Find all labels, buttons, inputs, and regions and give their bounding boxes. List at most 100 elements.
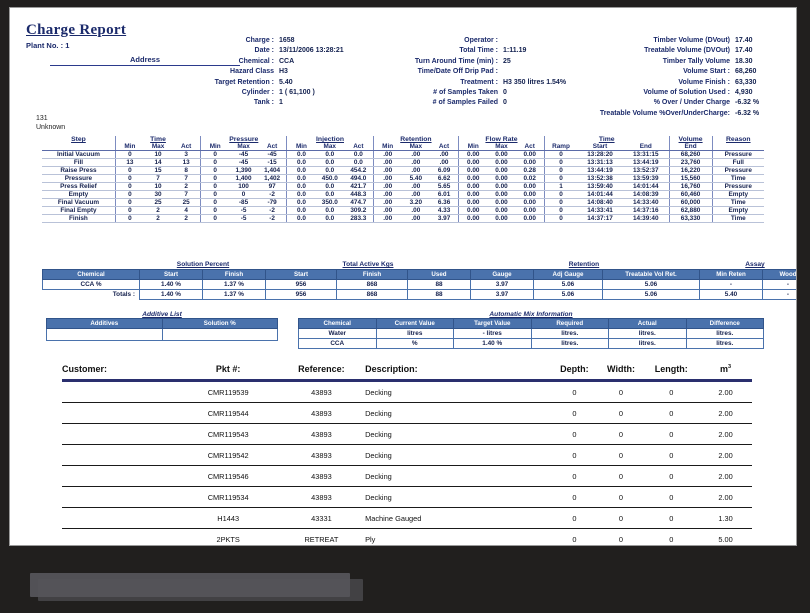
volume-info-row: % Over / Under Charge -6.32 % <box>570 98 759 108</box>
customer-table: Customer: Pkt #: Reference: Description: Dep… <box>62 358 752 545</box>
step-table-row: Empty 0 30 7 0 0 -2 0.0 0.0 448.3 .00 .00 6.01 0.00 0.… <box>42 190 764 199</box>
step-cell: -45 <box>238 159 249 166</box>
operator-info-value: 1:11.19 <box>503 47 527 55</box>
step-cell: -45 <box>238 151 249 158</box>
step-cell: 30 <box>154 191 162 198</box>
customer-cell-m3: 2.00 <box>718 430 733 439</box>
step-cell: 14:37:17 <box>587 215 613 222</box>
step-subheader: Act <box>266 143 278 150</box>
table-row[interactable]: 2PKTS RETREAT Ply 0 0 0 5.00 <box>62 528 752 545</box>
customer-cell-pkt: CMR119543 <box>207 430 249 439</box>
step-cell: 13:59:39 <box>632 175 659 182</box>
step-cell: 0.0 <box>325 207 335 214</box>
step-cell: .00 <box>383 215 393 222</box>
solution-cell: - <box>729 281 733 288</box>
step-cell: 0.0 <box>297 151 306 158</box>
operator-info-label: Time/Date Off Drip Pad : <box>417 68 498 76</box>
code-line-1: 131 <box>36 115 48 122</box>
step-subheader: Max <box>495 143 508 150</box>
automix-header-cell: Difference <box>709 320 740 327</box>
step-cell: 1,402 <box>264 175 281 182</box>
step-cell: 13:31:13 <box>587 159 613 166</box>
step-cell: Empty <box>728 191 749 198</box>
volume-info-value: 17.40 <box>735 47 753 55</box>
operator-info-label: # of Samples Taken <box>433 89 498 97</box>
step-cell: 62,880 <box>680 207 701 214</box>
step-subheader: Max <box>323 143 336 150</box>
customer-cell-m3: 1.30 <box>718 514 733 523</box>
step-cell: 2 <box>156 207 160 214</box>
step-cell: 0.00 <box>495 151 508 158</box>
step-cell: 283.3 <box>350 215 367 222</box>
step-cell: .00 <box>411 159 421 166</box>
step-cell: 0 <box>128 175 132 182</box>
solution-totals-cell: 1.40 % <box>161 291 181 298</box>
step-cell: 0.00 <box>495 199 508 206</box>
step-cell: 0 <box>128 215 132 222</box>
step-cell: 0 <box>559 167 563 174</box>
step-cell: 0 <box>213 183 217 190</box>
charge-info-row: Chemical : CCA <box>206 57 344 67</box>
step-cell: 6.01 <box>437 191 451 198</box>
volume-info-value: 4,930 <box>735 89 753 97</box>
step-cell: 13:52:37 <box>632 167 659 174</box>
step-cell: 23,760 <box>680 159 701 166</box>
step-cell: Empty <box>728 207 749 214</box>
step-cell: 13:44:19 <box>587 167 613 174</box>
customer-cell-width: 0 <box>618 493 624 502</box>
charge-info-label: Hazard Class <box>230 68 274 76</box>
automix-cell: litres <box>407 330 423 337</box>
charge-info-row: Hazard Class H3 <box>206 67 344 77</box>
operator-info-label: Operator : <box>464 37 498 44</box>
volume-info-block: Timber Volume (DVout) 17.40 Treatable Volu… <box>570 36 759 119</box>
step-cell: 0 <box>128 199 132 206</box>
table-row[interactable]: CMR119542 43893 Decking 0 0 0 2.00 <box>62 444 752 466</box>
table-row[interactable]: H1443 43331 Machine Gauged 0 0 0 1.30 <box>62 507 752 529</box>
step-cell: 0.00 <box>467 151 480 158</box>
step-cell: 14:01:44 <box>632 183 659 190</box>
solution-cell: CCA % <box>80 281 102 288</box>
solution-header-cell: Wood <box>779 271 796 278</box>
automix-cell: litres. <box>716 330 734 337</box>
volume-info-label: Timber Volume (DVout) <box>653 37 730 44</box>
step-cell: 97 <box>268 183 276 190</box>
table-row[interactable]: CMR119539 43893 Decking 0 0 0 2.00 <box>62 380 752 403</box>
solution-cell: 5.06 <box>561 281 575 288</box>
step-cell: Initial Vacuum <box>56 151 100 158</box>
step-table-row: Press Relief 0 10 2 0 100 97 0.0 0.0 421.7.00.00 5… <box>42 182 764 191</box>
table-row[interactable]: CMR119546 43893 Decking 0 0 0 2.00 <box>62 465 752 487</box>
step-cell: 0 <box>128 207 132 214</box>
customer-header-cell: Depth: <box>560 364 589 374</box>
step-cell: -2 <box>269 207 275 214</box>
table-row[interactable]: CMR119543 43893 Decking 0 0 0 2.00 <box>62 423 752 445</box>
step-cell: 0.0 <box>325 151 335 158</box>
operator-info-label: Turn Around Time (min) : <box>414 57 498 65</box>
volume-info-value: 18.30 <box>735 57 753 65</box>
step-cell: 0 <box>241 191 246 198</box>
table-row[interactable]: CMR119544 43893 Decking 0 0 0 2.00 <box>62 402 752 424</box>
step-group-header: Volume <box>678 136 703 143</box>
step-cell: 13:59:40 <box>587 183 613 190</box>
taskbar-blur-element[interactable] <box>30 573 350 597</box>
automix-cell: CCA <box>330 340 345 347</box>
step-cell: 0.00 <box>523 159 536 166</box>
customer-cell-reference: 43893 <box>311 472 332 481</box>
volume-info-label: Volume of Solution Used : <box>643 89 730 97</box>
step-cell: .00 <box>383 151 393 158</box>
step-cell: 0.00 <box>467 215 480 222</box>
solution-cell: 5.06 <box>644 281 658 288</box>
step-cell: 2 <box>184 183 188 190</box>
customer-cell-reference: 43893 <box>311 451 332 460</box>
solution-group-title: Total Active Kgs <box>342 261 394 268</box>
operator-info-row: Turn Around Time (min) : 25 <box>390 57 566 67</box>
step-subheader: Max <box>237 143 250 150</box>
table-row[interactable]: CMR119534 43893 Decking 0 0 0 2.00 <box>62 486 752 508</box>
additive-table: Additives Solution % <box>46 318 278 341</box>
solution-section: Solution Percent Total Active Kgs Retentio… <box>42 260 796 300</box>
step-cell: Pressure <box>724 183 752 190</box>
step-cell: -85 <box>238 199 249 206</box>
step-table-row: Initial Vacuum 0 10 3 0 -45 -45 0.0 0.0 0.0 .00 .00… <box>42 150 764 159</box>
customer-cell-length: 0 <box>669 472 674 481</box>
step-cell: 1,400 <box>235 175 252 182</box>
customer-cell-description: Ply <box>365 535 376 544</box>
